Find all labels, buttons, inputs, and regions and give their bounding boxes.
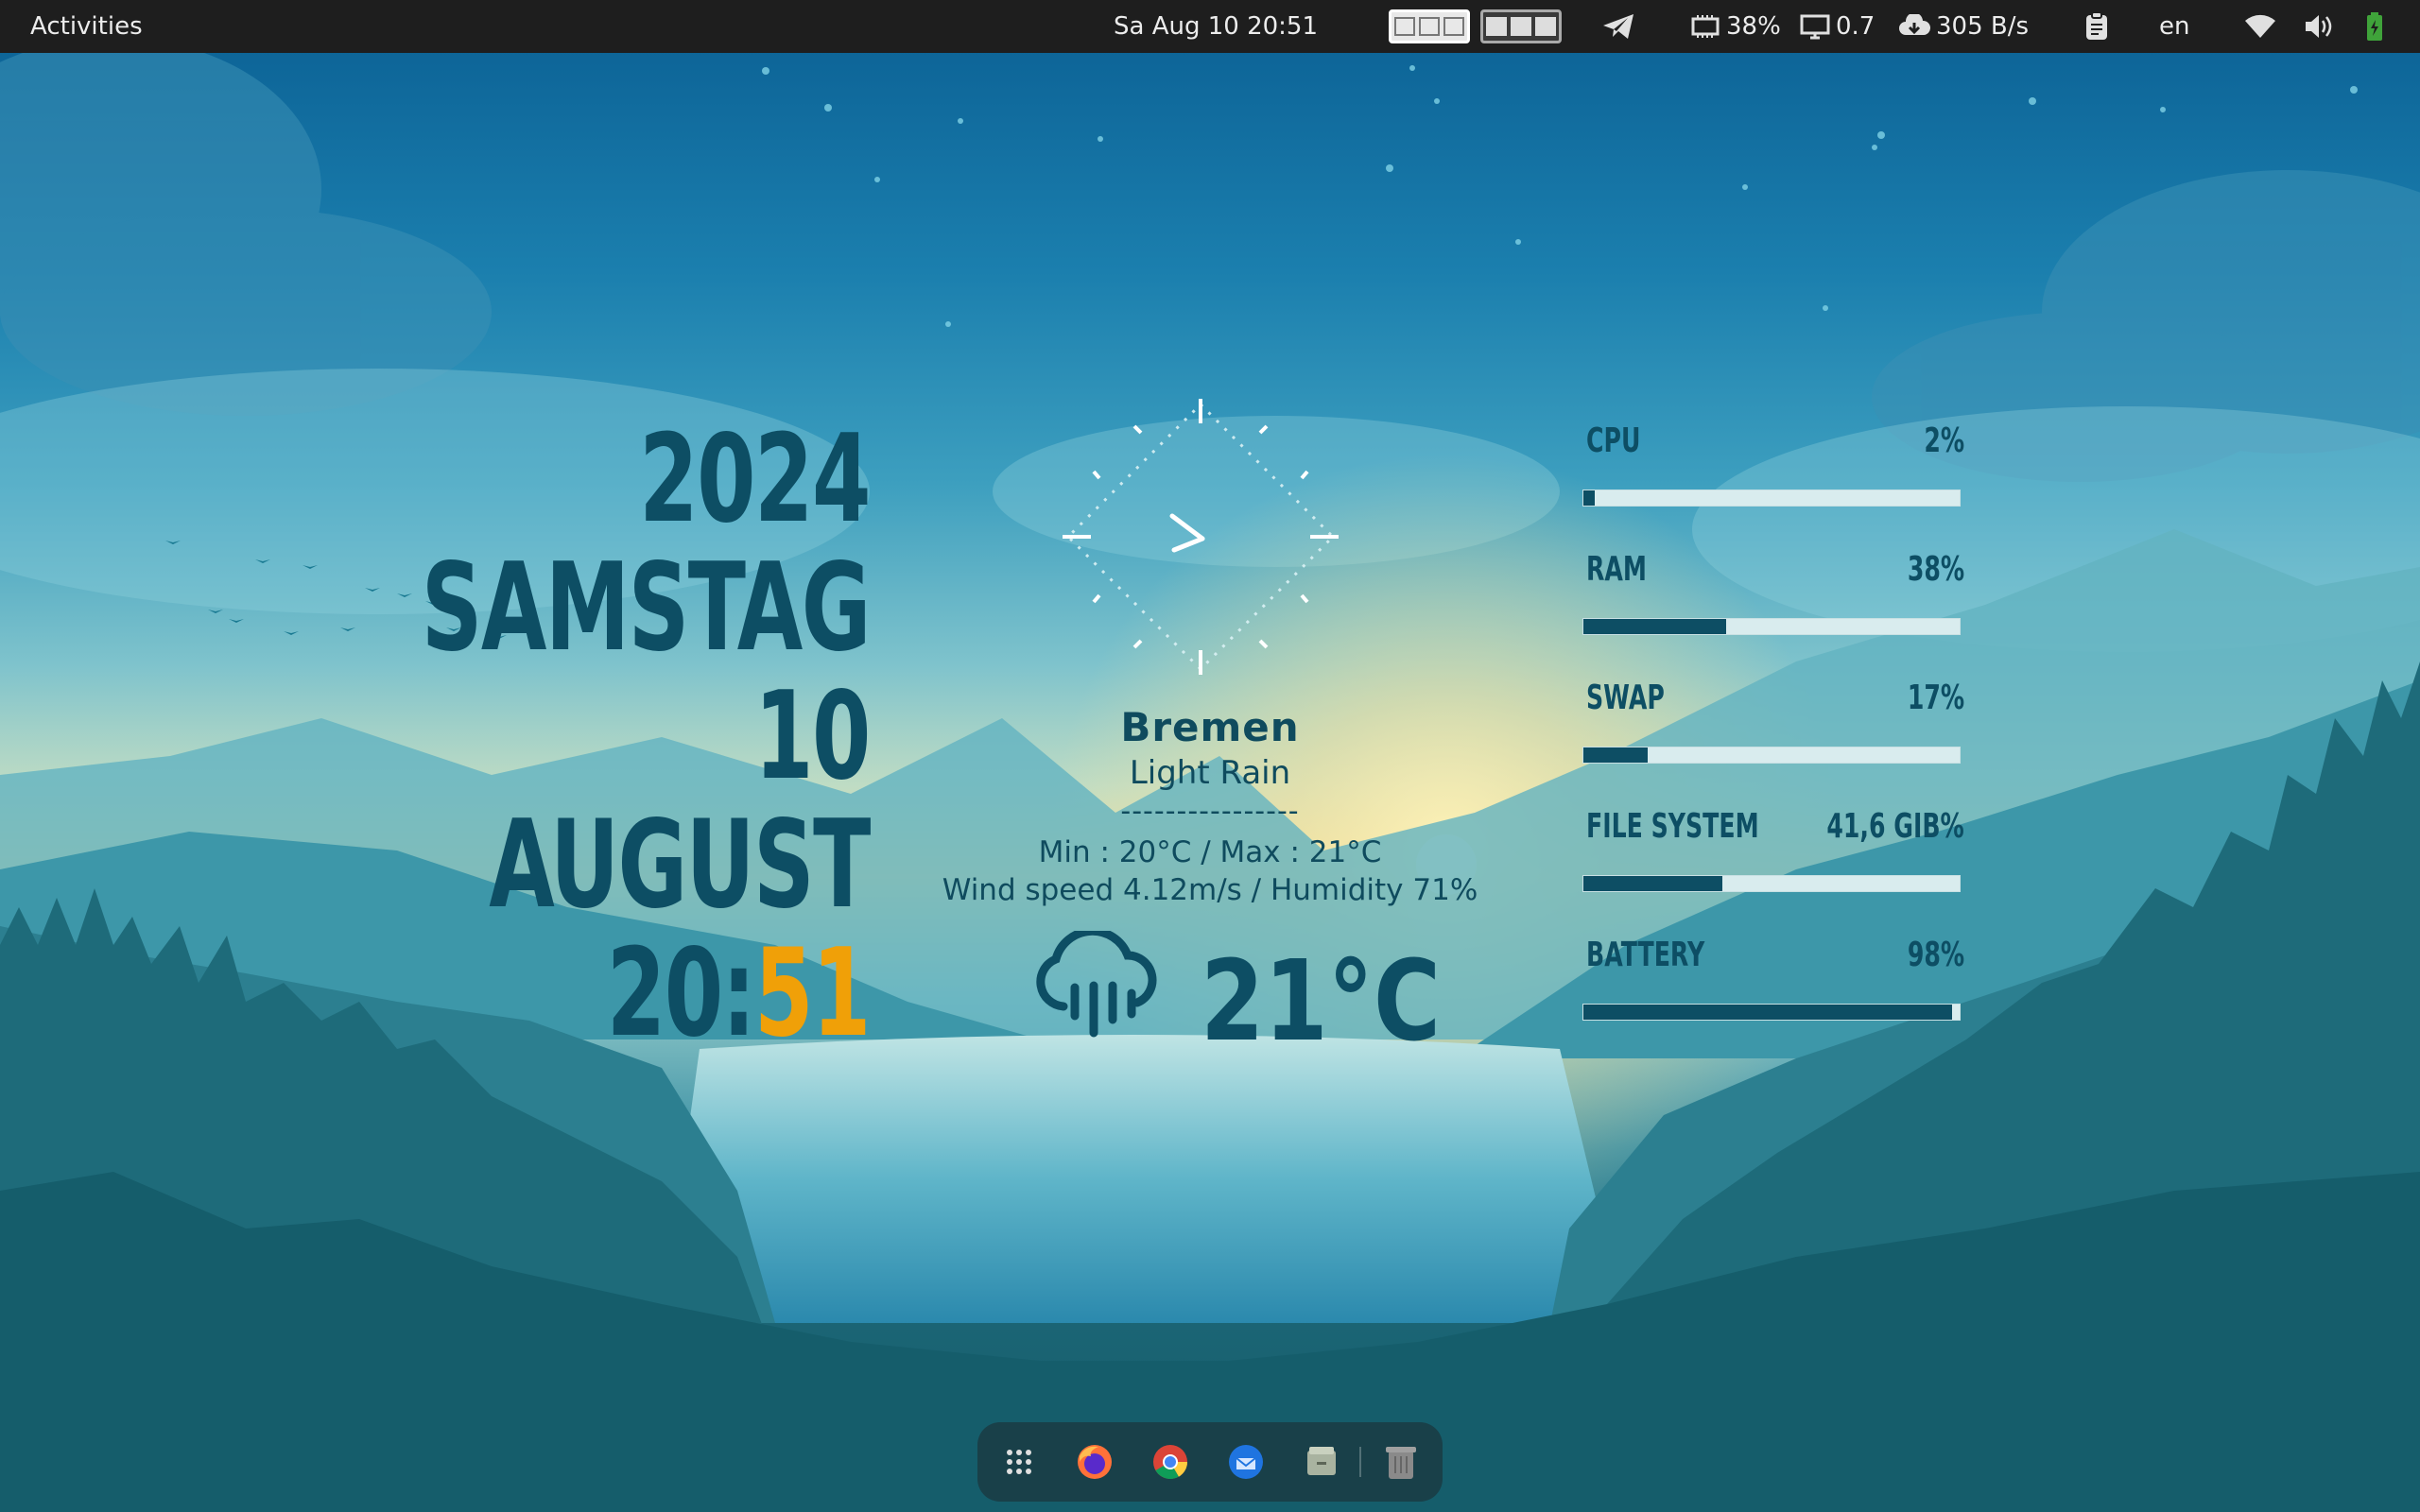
day-label: 10 [754,666,871,807]
weather-wind-humidity: Wind speed 4.12m/s / Humidity 71% [942,873,1478,907]
battery-icon[interactable] [2365,0,2384,53]
cloud-download-icon [1899,14,1930,35]
time-label: 20:51 [422,930,872,1058]
stat-label: BATTERY [1586,936,1705,974]
clock-hands [1169,513,1205,553]
top-panel: Activities Sa Aug 10 20:51 38% 0.7 305 B… [0,0,2420,53]
activities-button[interactable]: Activities [30,0,143,53]
stat-battery: BATTERY 98% [1582,930,1964,1058]
stat-label: RAM [1586,550,1647,589]
stat-file-system: FILE SYSTEM 41,6 GIB% [1582,801,1964,930]
stat-value: 38% [1907,550,1964,589]
stat-cpu: CPU 2% [1582,416,1964,544]
weather-city: Bremen [1120,704,1300,750]
stat-label: CPU [1586,421,1641,460]
stat-swap: SWAP 17% [1582,673,1964,801]
clipboard-icon[interactable] [2083,0,2110,53]
dock-separator [1359,1447,1361,1477]
stat-bar-fill [1583,490,1595,506]
network-value: 305 B/s [1936,12,2030,41]
stat-bar-fill [1583,876,1723,891]
minute-label: 51 [754,923,871,1064]
stat-value: 41,6 GIB% [1826,807,1964,846]
trash-icon[interactable] [1378,1439,1424,1485]
analog-clock [1063,399,1339,675]
stat-value: 2% [1924,421,1964,460]
stat-bar-fill [1583,619,1727,634]
memory-icon [1691,15,1720,38]
month-label: AUGUST [489,795,871,936]
stat-bar [1582,875,1961,892]
thunderbird-icon[interactable] [1223,1439,1269,1485]
weather-widget: Bremen Light Rain ---------------- Min :… [926,704,1494,907]
load-indicator[interactable]: 0.7 [1800,0,1875,53]
system-monitor-widget: CPU 2% RAM 38% SWAP 17% FILE SYSTEM 41,6… [1582,416,1964,1058]
weather-temperature: 21°C [1201,936,1442,1066]
stat-bar-fill [1583,1005,1953,1020]
stat-value: 17% [1907,679,1964,717]
volume-icon[interactable] [2303,0,2335,53]
weather-separator: ---------------- [1120,795,1300,828]
stat-bar [1582,490,1961,507]
rain-cloud-icon [1036,931,1157,1038]
weekday-label: SAMSTAG [421,538,872,679]
app-grid-icon[interactable] [996,1439,1042,1485]
workspace-indicator-1[interactable] [1389,9,1470,43]
stat-ram: RAM 38% [1582,544,1964,673]
stat-label: FILE SYSTEM [1586,807,1759,846]
monitor-icon [1800,14,1830,40]
files-icon[interactable] [1299,1439,1344,1485]
memory-value: 38% [1726,12,1781,41]
stat-bar [1582,747,1961,764]
stat-label: SWAP [1586,679,1665,717]
load-value: 0.7 [1836,12,1876,41]
stat-bar-fill [1583,747,1648,763]
telegram-icon[interactable] [1601,0,1635,53]
panel-clock[interactable]: Sa Aug 10 20:51 [1114,0,1318,53]
workspace-indicator-2[interactable] [1480,9,1562,43]
weather-condition: Light Rain [1129,754,1291,792]
year-label: 2024 [639,409,871,550]
stat-bar [1582,1004,1961,1021]
weather-min-max: Min : 20°C / Max : 21°C [1038,835,1382,869]
firefox-icon[interactable] [1072,1439,1117,1485]
network-indicator[interactable]: 305 B/s [1898,0,2029,53]
hour-label: 20: [606,923,756,1064]
memory-indicator[interactable]: 38% [1690,0,1781,53]
date-time-widget: 2024 SAMSTAG 10 AUGUST 20:51 [421,409,872,1058]
stat-bar [1582,618,1961,635]
keyboard-layout[interactable]: en [2159,0,2189,53]
dock [977,1422,1443,1502]
stat-value: 98% [1907,936,1964,974]
chrome-icon[interactable] [1148,1439,1193,1485]
wifi-icon[interactable] [2244,0,2276,53]
